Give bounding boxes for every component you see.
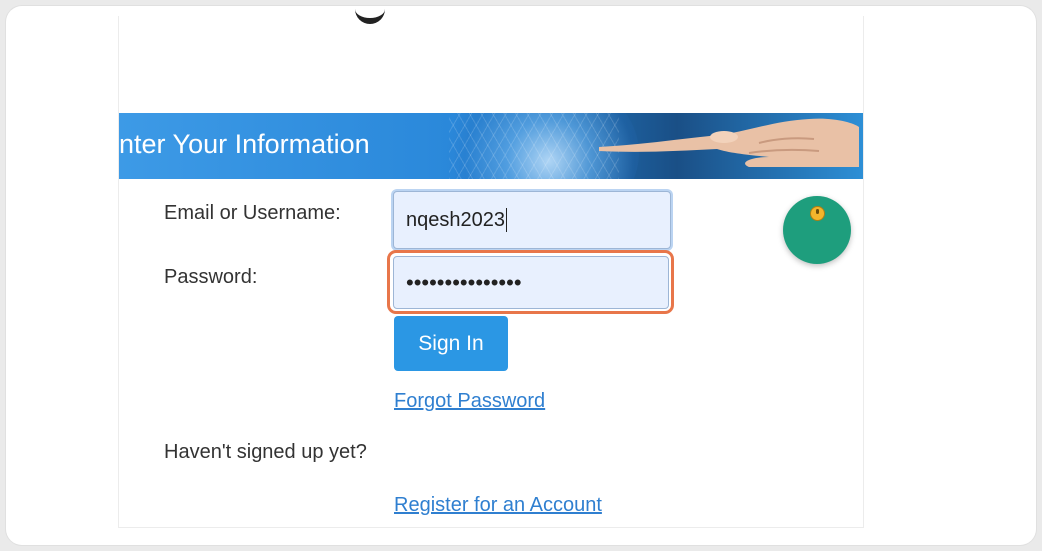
banner: nter Your Information xyxy=(119,113,863,179)
email-label: Email or Username: xyxy=(164,202,341,224)
email-input[interactable]: nqesh2023 xyxy=(393,191,671,249)
hand-icon xyxy=(599,118,859,167)
password-input[interactable]: ••••••••••••••• xyxy=(393,256,669,309)
click-indicator-icon xyxy=(783,196,851,264)
password-label: Password: xyxy=(164,266,258,288)
register-link[interactable]: Register for an Account xyxy=(394,494,602,517)
network-grid-graphic xyxy=(449,113,619,179)
logo-fragment xyxy=(355,6,385,24)
click-indicator-dot xyxy=(810,206,825,221)
signup-prompt: Haven't signed up yet? xyxy=(164,441,367,463)
login-panel: nter Your Information Email or Username:… xyxy=(118,16,864,528)
sign-in-button[interactable]: Sign In xyxy=(394,316,508,371)
text-cursor xyxy=(505,208,507,232)
forgot-password-link[interactable]: Forgot Password xyxy=(394,390,545,413)
email-input-value: nqesh2023 xyxy=(406,208,505,231)
password-input-value: ••••••••••••••• xyxy=(406,269,522,295)
screenshot-frame: nter Your Information Email or Username:… xyxy=(6,6,1036,545)
banner-title: nter Your Information xyxy=(119,129,370,159)
